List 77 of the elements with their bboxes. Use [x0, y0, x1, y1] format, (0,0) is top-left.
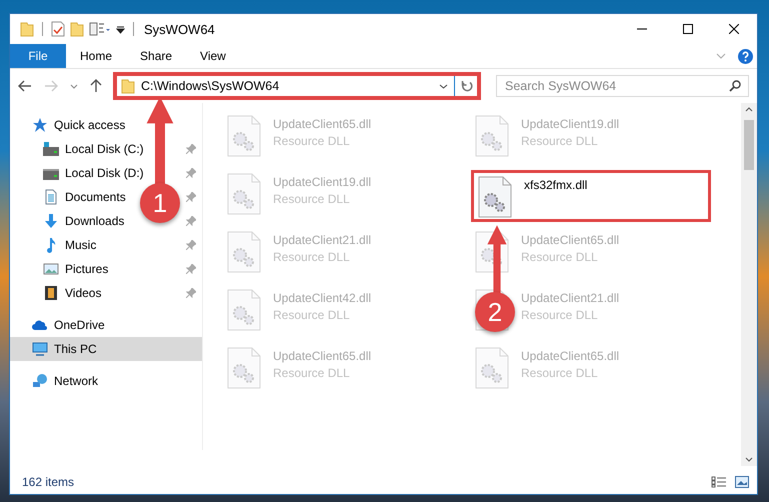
nav-item[interactable]: This PC — [54, 342, 97, 356]
file-type: Resource DLL — [273, 308, 351, 322]
properties-icon[interactable] — [51, 21, 65, 37]
gear-file-icon — [475, 115, 509, 157]
new-folder-icon[interactable] — [70, 21, 84, 37]
nav-item[interactable]: Music — [65, 238, 96, 252]
gear-file-icon — [227, 347, 261, 389]
file-type: Resource DLL — [521, 250, 599, 264]
window-title: SysWOW64 — [144, 22, 215, 36]
pin-icon[interactable] — [186, 168, 196, 178]
ribbon-tab[interactable]: Home — [66, 44, 126, 68]
file-type: Resource DLL — [273, 134, 351, 148]
address-path: C:\Windows\SysWOW64 — [141, 79, 280, 93]
help-icon[interactable] — [738, 48, 753, 64]
computer-icon — [32, 341, 48, 357]
address-field[interactable]: C:\Windows\SysWOW64 — [116, 75, 478, 97]
file-type: Resource DLL — [273, 192, 351, 206]
up-icon[interactable] — [90, 79, 102, 93]
gear-file-icon — [227, 289, 261, 331]
gear-file-icon — [478, 176, 512, 218]
nav-item[interactable]: OneDrive — [54, 318, 105, 332]
star-icon — [32, 117, 48, 133]
minimize-icon — [637, 28, 647, 30]
film-icon — [43, 285, 59, 301]
nav-item[interactable]: Network — [54, 374, 98, 388]
document-icon — [43, 189, 59, 205]
pin-icon[interactable] — [186, 240, 196, 250]
file-type: Resource DLL — [521, 134, 599, 148]
ribbon-tab[interactable]: View — [186, 44, 240, 68]
file-type: Resource DLL — [521, 366, 599, 380]
file-type: Resource DLL — [521, 308, 599, 322]
recent-locations-icon[interactable] — [70, 84, 78, 88]
file-name[interactable]: xfs32fmx.dll — [524, 178, 588, 192]
view-dropdown-icon[interactable] — [89, 21, 111, 37]
scroll-down-icon[interactable] — [745, 457, 753, 462]
search-icon — [729, 80, 741, 92]
search-field[interactable]: Search SysWOW64 — [496, 75, 749, 97]
gear-file-icon — [475, 347, 509, 389]
scrollbar[interactable] — [741, 103, 757, 466]
maximize-icon — [683, 24, 693, 34]
gear-file-icon — [227, 231, 261, 273]
large-icons-view-icon[interactable] — [735, 476, 749, 488]
file-type: Resource DLL — [273, 366, 351, 380]
pin-icon[interactable] — [186, 144, 196, 154]
download-arrow-icon — [43, 213, 59, 229]
gear-file-icon — [227, 173, 261, 215]
details-view-icon[interactable] — [711, 476, 727, 488]
folder-icon[interactable] — [20, 21, 34, 37]
nav-item[interactable]: Videos — [65, 286, 102, 300]
folder-icon — [121, 78, 135, 94]
pin-icon[interactable] — [186, 264, 196, 274]
dropdown-icon[interactable] — [439, 84, 448, 88]
nav-item[interactable]: Local Disk (C:) — [65, 142, 144, 156]
gear-file-icon — [227, 115, 261, 157]
nav-item[interactable]: Downloads — [65, 214, 124, 228]
network-icon — [32, 373, 48, 389]
drive-icon — [43, 141, 59, 157]
pin-icon[interactable] — [186, 192, 196, 202]
back-icon[interactable] — [18, 80, 32, 92]
close-icon — [729, 24, 739, 34]
picture-icon — [43, 261, 59, 277]
customize-toolbar-icon[interactable] — [116, 24, 125, 34]
scroll-up-icon[interactable] — [745, 107, 753, 112]
item-count: 162 items — [22, 475, 74, 489]
pin-icon[interactable] — [186, 216, 196, 226]
nav-item[interactable]: Pictures — [65, 262, 108, 276]
refresh-icon[interactable] — [461, 80, 473, 92]
nav-item[interactable]: Documents — [65, 190, 126, 204]
pin-icon[interactable] — [186, 288, 196, 298]
ribbon-tab[interactable]: File — [10, 44, 66, 68]
ribbon-tab[interactable]: Share — [126, 44, 186, 68]
scrollbar-thumb[interactable] — [744, 120, 754, 170]
expand-ribbon-icon[interactable] — [716, 53, 726, 59]
selected-item-highlight[interactable]: This PC — [10, 337, 202, 361]
nav-item[interactable]: Local Disk (D:) — [65, 166, 144, 180]
nav-item[interactable]: Quick access — [54, 118, 126, 132]
file-type: Resource DLL — [273, 250, 351, 264]
